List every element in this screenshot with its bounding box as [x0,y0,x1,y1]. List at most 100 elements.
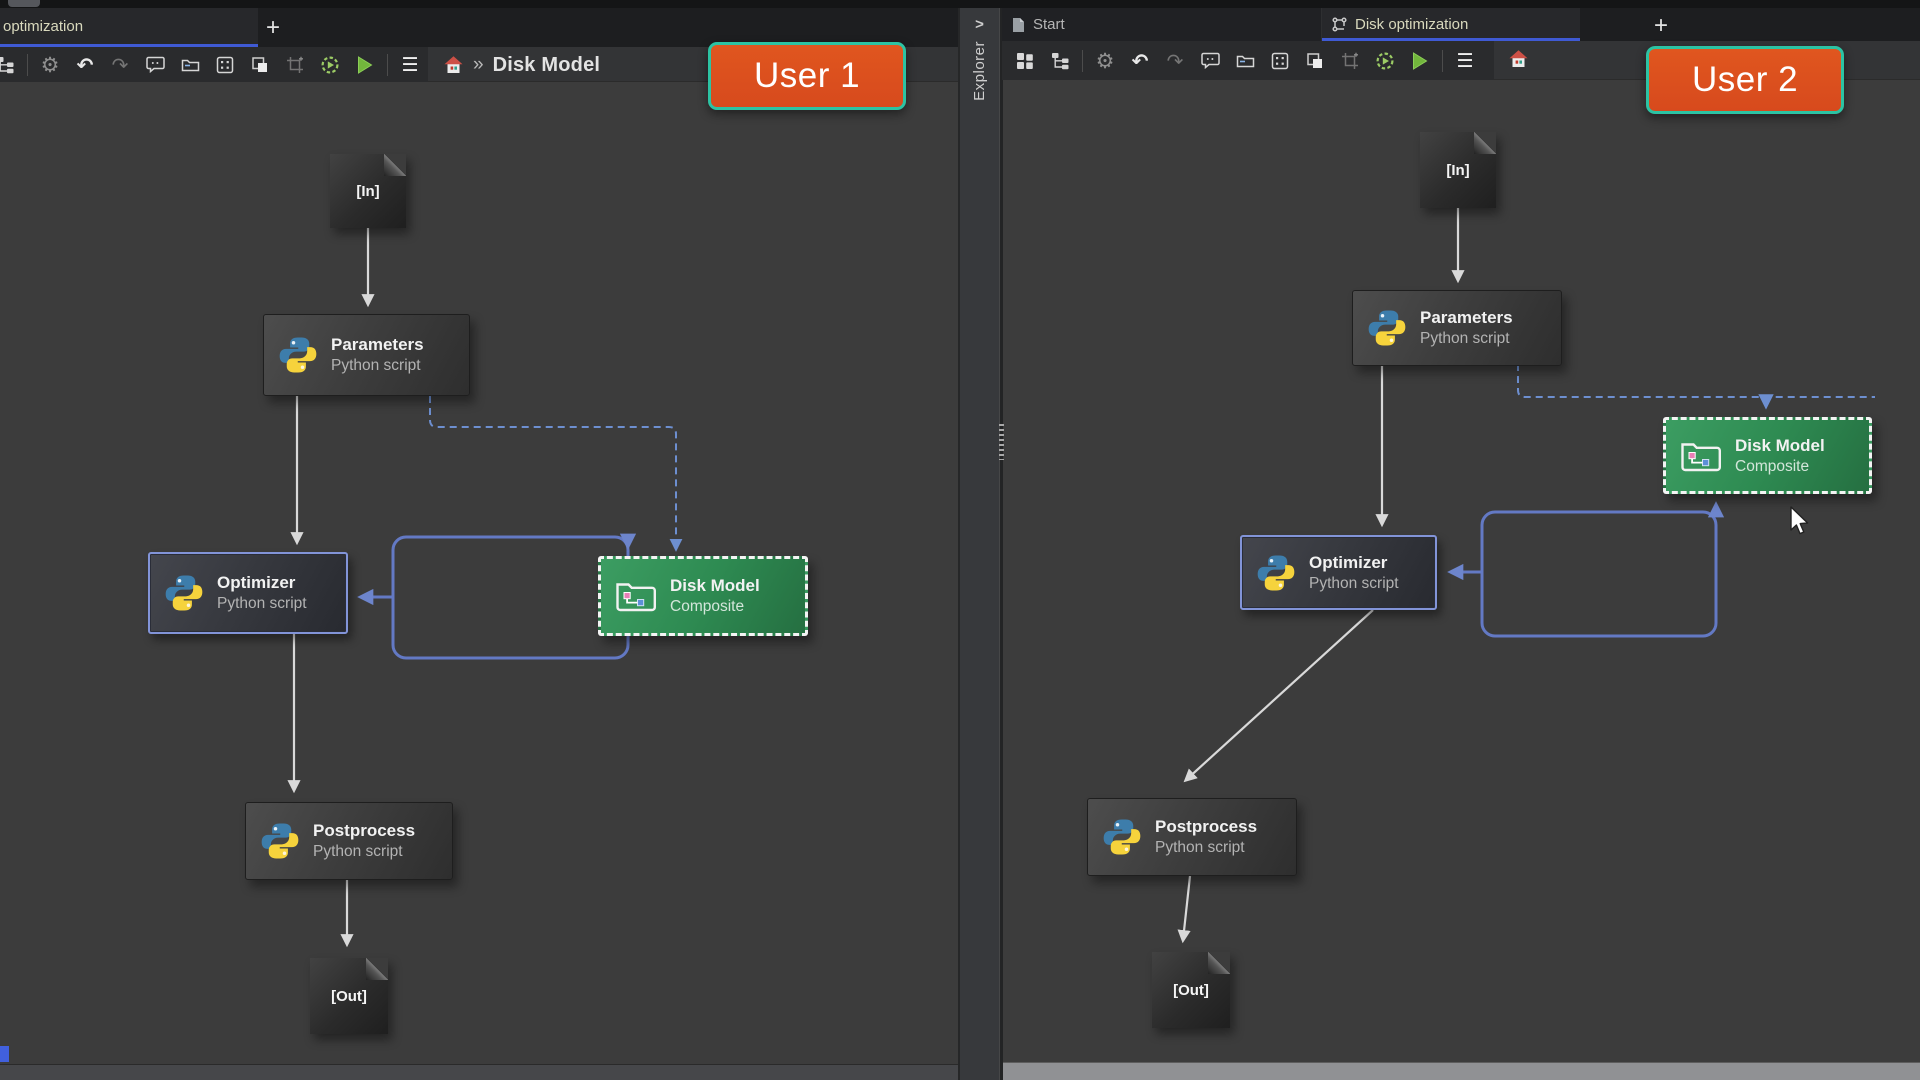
window-drag-handle [8,0,40,7]
node-parameters[interactable]: Parameters Python script [1352,290,1562,366]
run-icon[interactable] [352,51,378,79]
node-title: Optimizer [217,572,307,593]
left-workflow-connections [0,0,958,1080]
node-in[interactable]: [In] [330,154,406,228]
comment-icon[interactable] [142,51,168,79]
workflow-tree-icon[interactable] [0,51,18,79]
comment-icon[interactable] [1197,47,1223,75]
node-title: Parameters [1420,307,1513,328]
run-icon[interactable] [1407,47,1433,75]
node-subtitle: Python script [1420,329,1513,348]
python-icon [164,573,204,613]
left-toolbar: ⚙ ↶ ↷ ☰ [0,47,428,82]
python-icon [1102,817,1142,857]
right-tab-bar: Start Disk optimization [1002,8,1920,41]
node-out-label: [Out] [1173,982,1209,999]
node-title: Postprocess [313,820,415,841]
composite-folder-icon [1680,439,1722,473]
python-icon [260,821,300,861]
node-subtitle: Python script [1155,838,1257,857]
run-settings-icon[interactable] [1372,47,1398,75]
add-frame-icon[interactable] [282,51,308,79]
dashboard-icon[interactable] [1012,47,1038,75]
redo-icon[interactable]: ↷ [1162,47,1188,75]
node-subtitle: Python script [313,842,415,861]
menu-icon[interactable]: ☰ [1452,47,1478,75]
new-tab-button[interactable]: + [1654,14,1668,38]
node-optimizer[interactable]: Optimizer Python script [148,552,348,634]
user2-badge: User 2 [1646,46,1844,114]
node-subtitle: Composite [670,597,760,616]
explorer-label: Explorer [971,41,988,101]
node-title: Disk Model [1735,435,1825,456]
breadcrumb-title[interactable]: Disk Model [493,54,601,77]
tab-label: Start [1033,16,1065,33]
node-title: Postprocess [1155,816,1257,837]
python-icon [1256,553,1296,593]
workflow-icon [1332,17,1347,32]
breadcrumb-separator: » [473,54,484,76]
window-top-bar [0,0,1920,8]
mouse-cursor [1789,506,1811,536]
node-in-label: [In] [1446,162,1469,179]
composite-folder-icon [615,579,657,613]
new-tab-button[interactable]: + [266,16,280,40]
node-title: Optimizer [1309,552,1399,573]
tab-disk-optimization[interactable]: Disk optimization [1322,8,1580,41]
node-postprocess[interactable]: Postprocess Python script [1087,798,1297,876]
panel-divider [1000,8,1003,1080]
node-title: Parameters [331,334,424,355]
node-optimizer[interactable]: Optimizer Python script [1240,535,1437,610]
duplicate-icon[interactable] [1302,47,1328,75]
settings-gear-icon[interactable]: ⚙ [1092,47,1118,75]
python-icon [278,335,318,375]
application-window: optimization + ⚙ ↶ ↷ ☰ » Disk Model User… [0,0,1920,1080]
selection-fragment [0,1046,9,1062]
right-toolbar: ⚙ ↶ ↷ ☰ [1002,41,1494,80]
tab-label: optimization [3,18,83,35]
node-subtitle: Python script [1309,574,1399,593]
node-disk-model[interactable]: Disk Model Composite [1663,417,1872,494]
toolbar-separator [27,54,28,76]
toolbar-separator [387,54,388,76]
settings-gear-icon[interactable]: ⚙ [37,51,63,79]
toolbar-separator [1442,50,1443,72]
document-icon [1012,17,1025,33]
menu-icon[interactable]: ☰ [397,51,423,79]
node-out[interactable]: [Out] [310,958,388,1034]
tab-start[interactable]: Start [1002,8,1322,41]
node-in-label: [In] [356,183,379,200]
python-icon [1367,308,1407,348]
splitter-grip[interactable] [999,424,1004,460]
node-subtitle: Python script [331,356,424,375]
node-out[interactable]: [Out] [1152,952,1230,1028]
grid-view-icon[interactable] [1267,47,1293,75]
node-in[interactable]: [In] [1420,132,1496,208]
workflow-tree-icon[interactable] [1047,47,1073,75]
node-title: Disk Model [670,575,760,596]
run-settings-icon[interactable] [317,51,343,79]
node-subtitle: Python script [217,594,307,613]
home-icon[interactable] [443,55,464,75]
open-folder-icon[interactable] [177,51,203,79]
grid-view-icon[interactable] [212,51,238,79]
add-frame-icon[interactable] [1337,47,1363,75]
toolbar-separator [1082,50,1083,72]
node-subtitle: Composite [1735,457,1825,476]
node-parameters[interactable]: Parameters Python script [263,314,470,396]
tab-disk-optimization-left[interactable]: optimization [0,8,258,44]
open-folder-icon[interactable] [1232,47,1258,75]
breadcrumb: » Disk Model [443,50,600,80]
node-disk-model[interactable]: Disk Model Composite [598,556,808,636]
node-postprocess[interactable]: Postprocess Python script [245,802,453,880]
user1-badge: User 1 [708,42,906,110]
duplicate-icon[interactable] [247,51,273,79]
home-icon[interactable] [1508,49,1529,69]
expand-chevron-icon[interactable]: > [960,16,999,33]
right-bottom-strip [1003,1062,1920,1080]
undo-icon[interactable]: ↶ [72,51,98,79]
explorer-strip[interactable]: > Explorer [958,8,1000,1080]
node-out-label: [Out] [331,988,367,1005]
redo-icon[interactable]: ↷ [107,51,133,79]
undo-icon[interactable]: ↶ [1127,47,1153,75]
